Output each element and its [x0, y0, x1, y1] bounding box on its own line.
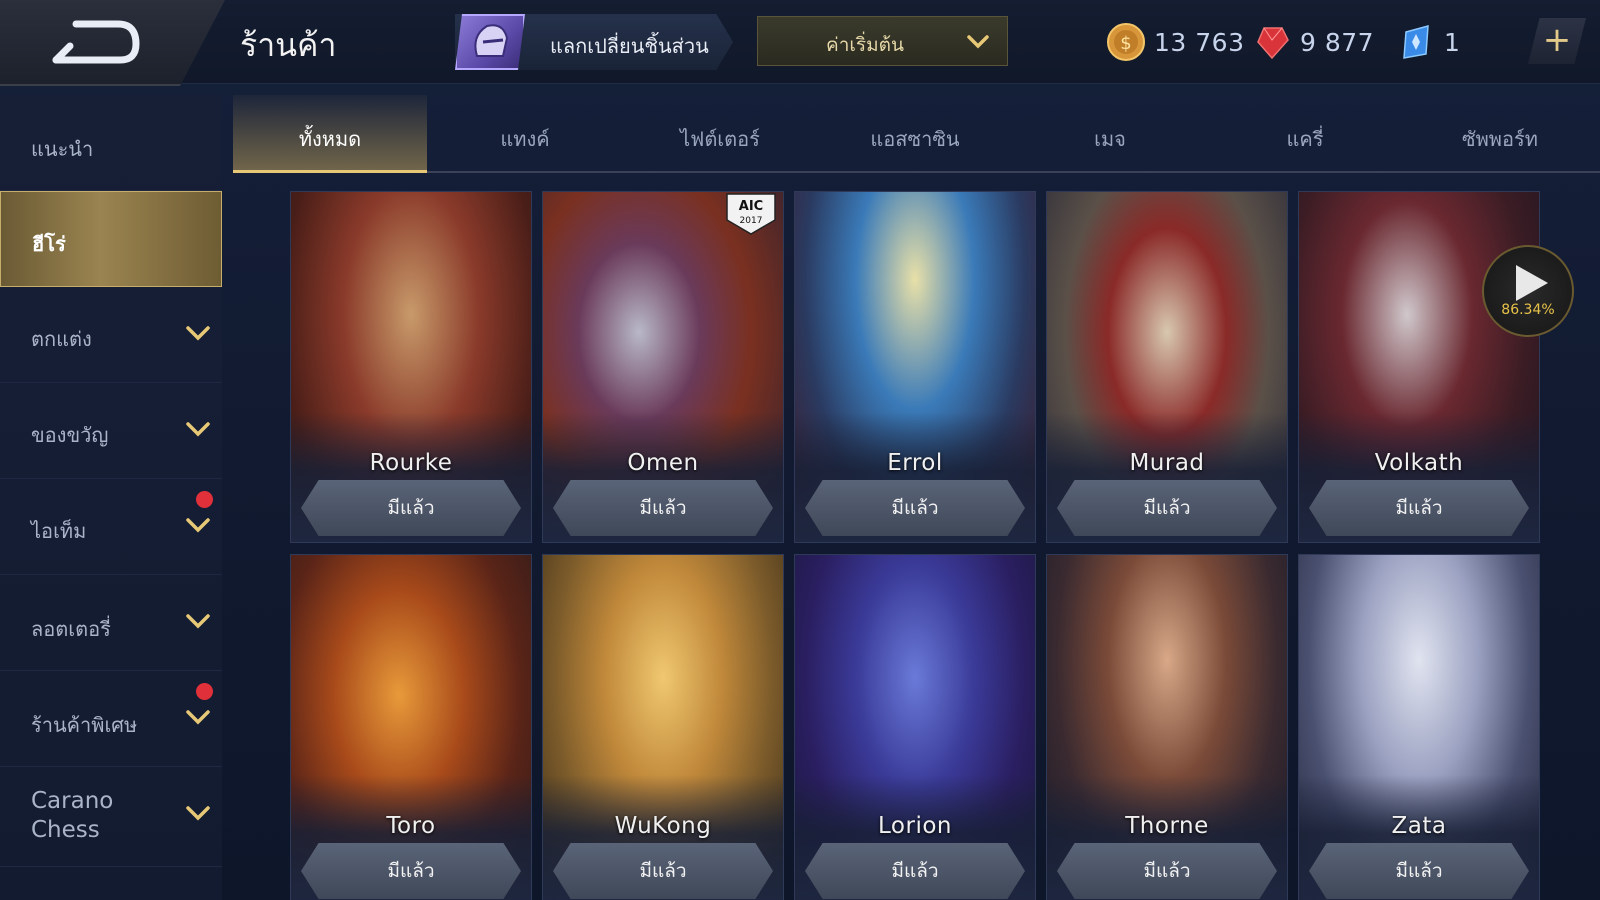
tab-assassin[interactable]: แอสซาซิน: [818, 95, 1012, 173]
sidebar-item-label: ตกแต่ง: [31, 327, 92, 351]
hero-card-errol[interactable]: Errol มีแล้ว: [794, 191, 1036, 543]
sidebar-item-skins[interactable]: ตกแต่ง: [0, 287, 222, 383]
tab-carry[interactable]: แครี่: [1208, 95, 1402, 173]
owned-button[interactable]: มีแล้ว: [301, 843, 521, 899]
hero-card-murad[interactable]: Murad มีแล้ว: [1046, 191, 1288, 543]
owned-button[interactable]: มีแล้ว: [805, 480, 1025, 536]
tab-label: แทงค์: [500, 127, 550, 151]
tab-tank[interactable]: แทงค์: [428, 95, 622, 173]
shop-sidebar: แนะนำ ฮีโร่ ตกแต่ง ของขวัญ ไอเท็ม ลอตเตอ…: [0, 95, 222, 900]
owned-button[interactable]: มีแล้ว: [1057, 480, 1277, 536]
hero-name: Zata: [1391, 813, 1447, 839]
sidebar-item-label: Carano Chess: [31, 788, 114, 843]
owned-button[interactable]: มีแล้ว: [301, 480, 521, 536]
hero-card-rourke[interactable]: Rourke มีแล้ว: [290, 191, 532, 543]
tab-label: เมจ: [1094, 127, 1126, 151]
hero-card-toro[interactable]: Toro มีแล้ว: [290, 554, 532, 900]
gold-balance: $ 13 763: [1106, 20, 1244, 64]
hero-name: Thorne: [1125, 813, 1209, 839]
chevron-down-icon: [186, 710, 210, 725]
ruby-balance: 9 877: [1252, 20, 1374, 64]
tab-label: แครี่: [1286, 127, 1324, 151]
crystal-voucher-icon: [1403, 24, 1429, 59]
tab-all[interactable]: ทั้งหมด: [233, 95, 427, 173]
sidebar-item-label: ร้านค้าพิเศษ: [31, 713, 138, 737]
voucher-balance: 1: [1396, 20, 1460, 64]
svg-text:$: $: [1120, 33, 1131, 54]
sidebar-item-label: ลอตเตอรี่: [31, 617, 111, 641]
sort-selected-value: ค่าเริ่มต้น: [826, 34, 904, 56]
sidebar-item-recommended[interactable]: แนะนำ: [0, 95, 222, 191]
exchange-label: แลกเปลี่ยนชิ้นส่วน: [550, 34, 709, 58]
top-bar: ร้านค้า แลกเปลี่ยนชิ้นส่วน ค่าเริ่มต้น $…: [0, 0, 1600, 86]
svg-text:2017: 2017: [740, 216, 763, 226]
ruby-value: 9 877: [1300, 27, 1375, 57]
sort-dropdown[interactable]: ค่าเริ่มต้น: [757, 16, 1008, 66]
hero-card-zata[interactable]: Zata มีแล้ว: [1298, 554, 1540, 900]
hero-name: Toro: [386, 813, 436, 839]
add-currency-button[interactable]: +: [1528, 18, 1586, 64]
hero-card-thorne[interactable]: Thorne มีแล้ว: [1046, 554, 1288, 900]
hero-card-volkath[interactable]: Volkath มีแล้ว: [1298, 191, 1540, 543]
svg-text:AIC: AIC: [739, 199, 763, 214]
sidebar-item-label: ของขวัญ: [31, 423, 109, 447]
notification-dot: [196, 683, 213, 700]
hero-name: Errol: [887, 450, 943, 476]
chevron-down-icon: [967, 35, 989, 49]
chevron-down-icon: [186, 518, 210, 533]
progress-percent: 86.34%: [1501, 302, 1555, 318]
gold-value: 13 763: [1154, 27, 1245, 57]
hero-card-lorion[interactable]: Lorion มีแล้ว: [794, 554, 1036, 900]
notification-dot: [196, 491, 213, 508]
tab-support[interactable]: ซัพพอร์ท: [1403, 95, 1597, 173]
hero-name: Omen: [627, 450, 699, 476]
sidebar-item-label: ฮีโร่: [32, 232, 66, 256]
hero-name: Rourke: [369, 450, 453, 476]
helmet-icon: [455, 14, 525, 70]
play-video-button[interactable]: 86.34%: [1482, 245, 1574, 337]
owned-button[interactable]: มีแล้ว: [1309, 843, 1529, 899]
play-icon: [1516, 265, 1548, 301]
owned-button[interactable]: มีแล้ว: [1057, 843, 1277, 899]
sidebar-item-lottery[interactable]: ลอตเตอรี่: [0, 575, 222, 671]
voucher-value: 1: [1444, 27, 1461, 57]
tab-label: ซัพพอร์ท: [1462, 127, 1538, 151]
owned-button[interactable]: มีแล้ว: [553, 843, 773, 899]
ruby-icon: [1257, 27, 1289, 60]
exchange-fragments-button[interactable]: แลกเปลี่ยนชิ้นส่วน: [455, 14, 733, 70]
owned-button[interactable]: มีแล้ว: [1309, 480, 1529, 536]
tab-mage[interactable]: เมจ: [1013, 95, 1207, 173]
owned-button[interactable]: มีแล้ว: [805, 843, 1025, 899]
chevron-down-icon: [186, 422, 210, 437]
sidebar-item-heroes[interactable]: ฮีโร่: [0, 191, 222, 287]
hero-name: WuKong: [614, 813, 712, 839]
chevron-down-icon: [186, 614, 210, 629]
aic-badge-icon: AIC 2017: [726, 193, 776, 235]
back-icon[interactable]: [50, 18, 140, 66]
hero-card-omen[interactable]: AIC 2017 Omen มีแล้ว: [542, 191, 784, 543]
page-title: ร้านค้า: [240, 26, 337, 64]
hero-name: Murad: [1129, 450, 1205, 476]
sidebar-item-label: แนะนำ: [31, 137, 94, 161]
sidebar-item-items[interactable]: ไอเท็ม: [0, 479, 222, 575]
tab-label: ทั้งหมด: [298, 127, 362, 151]
chevron-down-icon: [186, 806, 210, 821]
owned-button[interactable]: มีแล้ว: [553, 480, 773, 536]
tab-fighter[interactable]: ไฟต์เตอร์: [623, 95, 817, 173]
sidebar-item-gifts[interactable]: ของขวัญ: [0, 383, 222, 479]
hero-name: Volkath: [1374, 450, 1464, 476]
chevron-down-icon: [186, 326, 210, 341]
tab-label: ไฟต์เตอร์: [680, 127, 760, 151]
role-tabs: ทั้งหมด แทงค์ ไฟต์เตอร์ แอสซาซิน เมจ แคร…: [233, 95, 1600, 173]
sidebar-item-carano-chess[interactable]: Carano Chess: [0, 767, 222, 867]
hero-name: Lorion: [878, 813, 952, 839]
sidebar-item-label: ไอเท็ม: [31, 519, 87, 543]
sidebar-item-special-shop[interactable]: ร้านค้าพิเศษ: [0, 671, 222, 767]
tab-label: แอสซาซิน: [870, 127, 960, 151]
hero-card-wukong[interactable]: WuKong มีแล้ว: [542, 554, 784, 900]
gold-coin-icon: $: [1107, 23, 1145, 61]
